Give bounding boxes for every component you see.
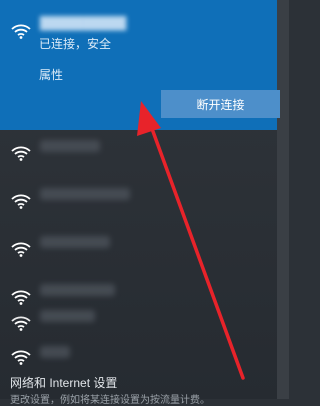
network-settings-link[interactable]: 网络和 Internet 设置 [10, 374, 117, 391]
disconnect-button[interactable]: 断开连接 [161, 90, 280, 118]
network-name-obscured: ▇▇▇▇▇▇▇▇ [40, 14, 127, 30]
network-list-item[interactable] [0, 130, 277, 178]
network-name-obscured [40, 140, 100, 152]
connection-status: 已连接，安全 [39, 37, 112, 51]
wifi-icon [10, 22, 32, 40]
flyout-edge [277, 0, 289, 399]
network-name-obscured [40, 284, 115, 296]
wifi-icon [10, 240, 32, 258]
wifi-icon [10, 348, 32, 366]
network-list-item[interactable] [0, 226, 277, 274]
network-name-obscured [40, 346, 70, 358]
wifi-icon [10, 144, 32, 162]
network-name-obscured [40, 310, 95, 322]
wifi-icon [10, 314, 32, 332]
network-name-obscured [40, 236, 110, 248]
network-name-obscured [40, 188, 130, 200]
network-list-item[interactable] [0, 178, 277, 226]
wifi-icon [10, 192, 32, 210]
properties-link[interactable]: 属性 [39, 66, 63, 83]
network-flyout: ▇▇▇▇▇▇▇▇ 已连接，安全 属性 断开连接 网络和 Internet 设置 … [0, 0, 289, 406]
connected-network-item[interactable]: ▇▇▇▇▇▇▇▇ 已连接，安全 属性 断开连接 [0, 0, 280, 130]
